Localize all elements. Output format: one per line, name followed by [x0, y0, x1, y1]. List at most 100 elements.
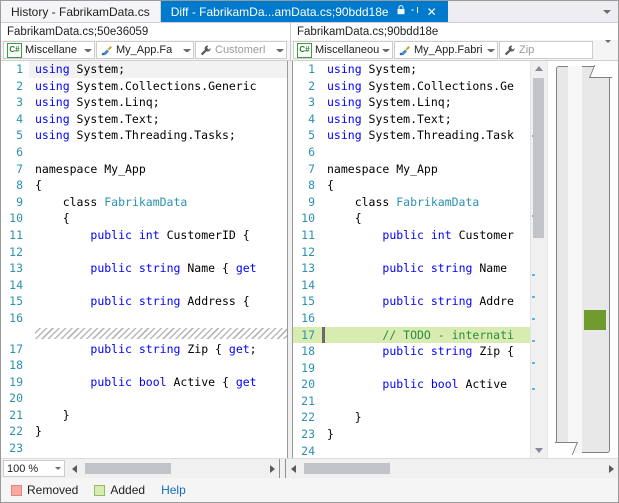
code-line-text: public string Name — [321, 260, 530, 277]
right-code-surface[interactable]: 1 using System; 2 using System.Collections.… — [293, 61, 618, 458]
code-token: using — [35, 62, 70, 76]
code-line[interactable]: 13 public string Name { get — [1, 260, 287, 277]
vertical-scroll-thumb[interactable] — [533, 78, 544, 238]
horizontal-scroll-row: 100 % — [1, 458, 618, 478]
code-line[interactable]: 5 using System.Threading.Tasks; — [1, 127, 287, 144]
code-line[interactable]: 4 using System.Text; — [293, 111, 530, 128]
code-line[interactable]: 21 — [293, 393, 530, 410]
right-type-combo[interactable]: My_App.Fabri — [394, 41, 498, 59]
left-diff-pane: 1 using System; 2 using System.Collections.… — [1, 61, 287, 458]
code-line[interactable]: 11 public int Customer — [293, 227, 530, 244]
code-line[interactable]: 10 { — [293, 210, 530, 227]
code-line[interactable]: 8{ — [293, 177, 530, 194]
code-line[interactable]: 23 — [1, 440, 287, 457]
right-hscroll-track[interactable] — [300, 463, 604, 474]
code-line[interactable]: 18 — [1, 357, 287, 374]
code-line[interactable]: 11 public int CustomerID { — [1, 227, 287, 244]
code-token: namespace My_App — [327, 161, 438, 176]
tab-diff-fabrikamdata[interactable]: Diff - FabrikamDa...amData.cs;90bdd18e ✕ — [160, 1, 448, 22]
line-number: 1 — [16, 62, 23, 76]
code-line[interactable]: 10 { — [1, 210, 287, 227]
scroll-left-button[interactable] — [67, 460, 81, 477]
code-line[interactable]: 19 — [293, 360, 530, 377]
code-line[interactable]: 12 — [1, 244, 287, 261]
code-line[interactable]: 21 } — [1, 407, 287, 424]
code-line[interactable]: 3 using System.Linq; — [293, 94, 530, 111]
pin-icon[interactable] — [411, 5, 421, 18]
code-line[interactable]: 1 using System; — [1, 61, 287, 78]
left-project-combo[interactable]: C# Miscellane — [3, 41, 95, 59]
right-member-combo[interactable]: Zip — [499, 41, 593, 59]
close-icon[interactable]: ✕ — [427, 6, 437, 18]
added-change-marker[interactable] — [584, 309, 606, 330]
scroll-down-button[interactable] — [531, 443, 547, 458]
code-line[interactable]: 3 using System.Linq; — [1, 94, 287, 111]
code-line[interactable]: 6 — [1, 144, 287, 161]
vertical-scrollbar[interactable] — [530, 61, 547, 458]
code-line[interactable]: 2 using System.Collections.Ge — [293, 78, 530, 95]
code-line[interactable]: 20 public bool Active — [293, 376, 530, 393]
code-token: using — [35, 95, 70, 110]
code-line[interactable]: 16 — [293, 310, 530, 327]
tab-history-fabrikamdata[interactable]: History - FabrikamData.cs — [1, 1, 161, 22]
code-line[interactable]: 7 namespace My_App — [1, 161, 287, 178]
scroll-right-arrow-icon — [608, 464, 614, 473]
code-line-text: using System; — [321, 61, 530, 78]
help-link[interactable]: Help — [161, 483, 186, 497]
code-line[interactable]: 22 } — [293, 409, 530, 426]
left-code-surface[interactable]: 1 using System; 2 using System.Collections.… — [1, 61, 287, 458]
code-line[interactable]: 2 using System.Collections.Generic — [1, 78, 287, 95]
code-line[interactable]: 12 — [293, 244, 530, 261]
scroll-left-button[interactable] — [286, 460, 300, 477]
left-member-combo[interactable]: CustomerI — [195, 41, 287, 59]
left-hscroll-track[interactable] — [81, 463, 265, 474]
code-line[interactable]: 20 — [1, 390, 287, 407]
right-horizontal-scrollbar[interactable] — [286, 460, 618, 477]
tab-overflow-button[interactable] — [596, 1, 618, 22]
diff-overview-margin[interactable] — [547, 61, 618, 458]
code-line[interactable]: 19 public bool Active { get — [1, 374, 287, 391]
code-line[interactable]: 4 using System.Text; — [1, 111, 287, 128]
code-line[interactable]: 14 — [293, 277, 530, 294]
code-line[interactable]: 15 public string Address { — [1, 293, 287, 310]
chevron-down-icon — [382, 48, 390, 52]
code-token: public — [90, 227, 132, 242]
scroll-marker — [532, 274, 535, 277]
code-line[interactable]: 24 — [293, 443, 530, 458]
code-line[interactable]: 6 — [293, 144, 530, 161]
code-line[interactable]: 22} — [1, 423, 287, 440]
code-token: using — [327, 62, 362, 76]
code-line[interactable]: 9 class FabrikamData — [293, 194, 530, 211]
code-line[interactable]: 17 public string Zip { get; — [1, 341, 287, 358]
code-line[interactable]: 1 using System; — [293, 61, 530, 78]
code-line[interactable]: 15 public string Addre — [293, 293, 530, 310]
code-token: { — [327, 178, 334, 193]
code-line[interactable]: 16 — [1, 310, 287, 327]
scroll-right-button[interactable] — [265, 460, 279, 477]
code-line[interactable]: 17 // TODO - internati — [293, 326, 530, 344]
vertical-scroll-track[interactable] — [531, 76, 547, 443]
code-line[interactable]: 7 namespace My_App — [293, 161, 530, 178]
scroll-up-button[interactable] — [531, 61, 547, 76]
code-token: int — [138, 227, 160, 242]
code-line[interactable]: 13 public string Name — [293, 260, 530, 277]
right-navigation-overflow-button[interactable] — [605, 40, 616, 57]
left-pane-header-label: FabrikamData.cs;50e36059 — [7, 25, 149, 38]
code-line[interactable]: 9 class FabrikamData — [1, 194, 287, 211]
code-line[interactable]: 23} — [293, 426, 530, 443]
scroll-right-button[interactable] — [604, 460, 618, 477]
right-project-combo[interactable]: C# Miscellaneous — [293, 41, 393, 59]
code-line[interactable]: 5 using System.Threading.Task — [293, 127, 530, 144]
code-line[interactable]: 14 — [1, 277, 287, 294]
code-line-text: public string Addre — [321, 293, 530, 310]
deleted-line-hatch-row — [1, 327, 287, 341]
code-line-text: class FabrikamData — [29, 194, 287, 211]
right-hscroll-thumb[interactable] — [304, 463, 390, 474]
left-hscroll-thumb[interactable] — [85, 463, 171, 474]
code-line[interactable]: 18 public string Zip { — [293, 343, 530, 360]
left-type-combo[interactable]: My_App.Fa — [96, 41, 194, 59]
code-line[interactable]: 8{ — [1, 177, 287, 194]
zoom-level-combo[interactable]: 100 % — [3, 460, 65, 477]
left-horizontal-scrollbar[interactable] — [67, 460, 279, 477]
